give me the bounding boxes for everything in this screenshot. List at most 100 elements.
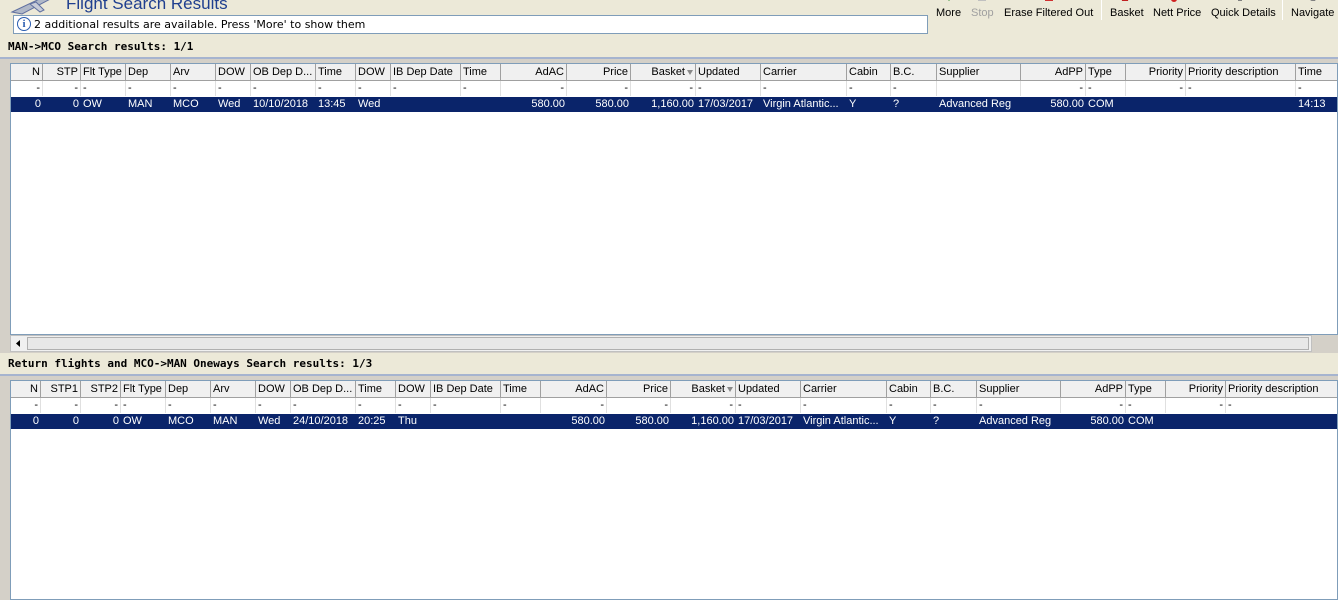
column-header-adpp[interactable]: AdPP [1021,64,1086,81]
filter-cell[interactable]: - [431,398,501,413]
column-header-priority[interactable]: Priority [1126,64,1186,81]
column-header-priority-description[interactable]: Priority description [1186,64,1296,81]
column-header-ob-dep-d[interactable]: OB Dep D... [251,64,316,81]
filter-cell[interactable]: - [461,81,501,96]
column-header-stp2[interactable]: STP2 [81,381,121,398]
filter-cell[interactable]: - [291,398,356,413]
filter-cell[interactable]: - [887,398,931,413]
filter-cell[interactable]: - [801,398,887,413]
filter-cell[interactable]: - [1166,398,1226,413]
filter-cell[interactable]: - [1126,398,1166,413]
column-header-dow[interactable]: DOW [256,381,291,398]
column-header-carrier[interactable]: Carrier [761,64,847,81]
column-header-flt-type[interactable]: Flt Type [81,64,126,81]
filter-cell[interactable]: - [81,81,126,96]
column-header-cabin[interactable]: Cabin [887,381,931,398]
filter-cell[interactable]: - [501,398,541,413]
column-header-price[interactable]: Price [567,64,631,81]
column-header-dow[interactable]: DOW [396,381,431,398]
filter-cell[interactable]: - [171,81,216,96]
filter-cell[interactable]: - [391,81,461,96]
column-header-stp1[interactable]: STP1 [41,381,81,398]
filter-cell[interactable]: - [847,81,891,96]
column-header-dow[interactable]: DOW [216,64,251,81]
filter-cell[interactable]: - [251,81,316,96]
filter-cell[interactable]: - [1021,81,1086,96]
filter-cell[interactable]: - [1296,81,1337,96]
filter-cell[interactable]: - [126,81,171,96]
column-header-supplier[interactable]: Supplier [977,381,1061,398]
scroll-left-arrow-icon[interactable] [12,337,25,350]
filter-cell[interactable]: - [43,81,81,96]
filter-cell[interactable]: - [541,398,607,413]
column-header-dow[interactable]: DOW [356,64,391,81]
column-header-price[interactable]: Price [607,381,671,398]
column-header-time[interactable]: Time [316,64,356,81]
column-header-supplier[interactable]: Supplier [937,64,1021,81]
column-header-adac[interactable]: AdAC [501,64,567,81]
filter-cell[interactable] [937,81,1021,96]
column-header-cabin[interactable]: Cabin [847,64,891,81]
filter-cell[interactable]: - [1086,81,1126,96]
filter-cell[interactable]: - [1061,398,1126,413]
column-header-n[interactable]: N [11,64,43,81]
column-header-adac[interactable]: AdAC [541,381,607,398]
filter-cell[interactable]: - [396,398,431,413]
filter-cell[interactable]: - [931,398,977,413]
filter-cell[interactable]: - [316,81,356,96]
column-header-updated[interactable]: Updated [696,64,761,81]
column-header-adpp[interactable]: AdPP [1061,381,1126,398]
column-header-basket[interactable]: Basket [671,381,736,398]
column-header-time[interactable]: Time [356,381,396,398]
filter-cell[interactable]: - [121,398,166,413]
column-header-ob-dep-d[interactable]: OB Dep D... [291,381,356,398]
filter-cell[interactable]: - [11,398,41,413]
filter-cell[interactable]: - [1126,81,1186,96]
column-header-updated[interactable]: Updated [736,381,801,398]
column-header-time[interactable]: Time [1296,64,1337,81]
filter-cell[interactable]: - [631,81,696,96]
horizontal-scrollbar[interactable] [10,335,1312,352]
filter-cell[interactable]: - [11,81,43,96]
column-header-dep[interactable]: Dep [166,381,211,398]
filter-cell[interactable]: - [736,398,801,413]
filter-cell[interactable]: - [567,81,631,96]
table-row[interactable]: 0 0 OW MAN MCO Wed 10/10/2018 13:45 Wed 580.00 580… [11,97,1337,112]
filter-cell[interactable]: - [41,398,81,413]
column-header-ib-dep-date[interactable]: IB Dep Date [431,381,501,398]
column-header-carrier[interactable]: Carrier [801,381,887,398]
filter-cell[interactable]: - [1226,398,1337,413]
filter-cell[interactable]: - [211,398,256,413]
filter-cell[interactable]: - [696,81,761,96]
column-header-b-c[interactable]: B.C. [931,381,977,398]
filter-cell[interactable]: - [501,81,567,96]
column-header-type[interactable]: Type [1126,381,1166,398]
filter-cell[interactable]: - [356,81,391,96]
column-header-stp[interactable]: STP [43,64,81,81]
column-header-ib-dep-date[interactable]: IB Dep Date [391,64,461,81]
filter-cell[interactable]: - [356,398,396,413]
column-header-priority[interactable]: Priority [1166,381,1226,398]
filter-row[interactable]: ----------------------- [11,81,1337,96]
filter-cell[interactable]: - [81,398,121,413]
outbound-results-grid[interactable]: N STP Flt Type Dep Arv DOW OB Dep D... Time DOW I… [10,63,1338,335]
inbound-results-grid[interactable]: N STP1 STP2 Flt Type Dep Arv DOW OB Dep D... Tim… [10,380,1338,600]
filter-cell[interactable]: - [607,398,671,413]
column-header-b-c[interactable]: B.C. [891,64,937,81]
filter-cell[interactable]: - [671,398,736,413]
column-header-arv[interactable]: Arv [211,381,256,398]
scrollbar-thumb[interactable] [27,337,1309,350]
column-header-type[interactable]: Type [1086,64,1126,81]
filter-cell[interactable]: - [761,81,847,96]
filter-cell[interactable]: - [977,398,1061,413]
filter-cell[interactable]: - [1186,81,1296,96]
column-header-dep[interactable]: Dep [126,64,171,81]
column-header-priority-description[interactable]: Priority description [1226,381,1337,398]
filter-cell[interactable]: - [891,81,937,96]
filter-row[interactable]: ------------------------ [11,398,1337,413]
filter-cell[interactable]: - [256,398,291,413]
filter-cell[interactable]: - [166,398,211,413]
column-header-time[interactable]: Time [461,64,501,81]
column-header-time[interactable]: Time [501,381,541,398]
table-row[interactable]: 0 0 0 OW MCO MAN Wed 24/10/2018 20:25 Thu 580.00 58… [11,414,1337,429]
